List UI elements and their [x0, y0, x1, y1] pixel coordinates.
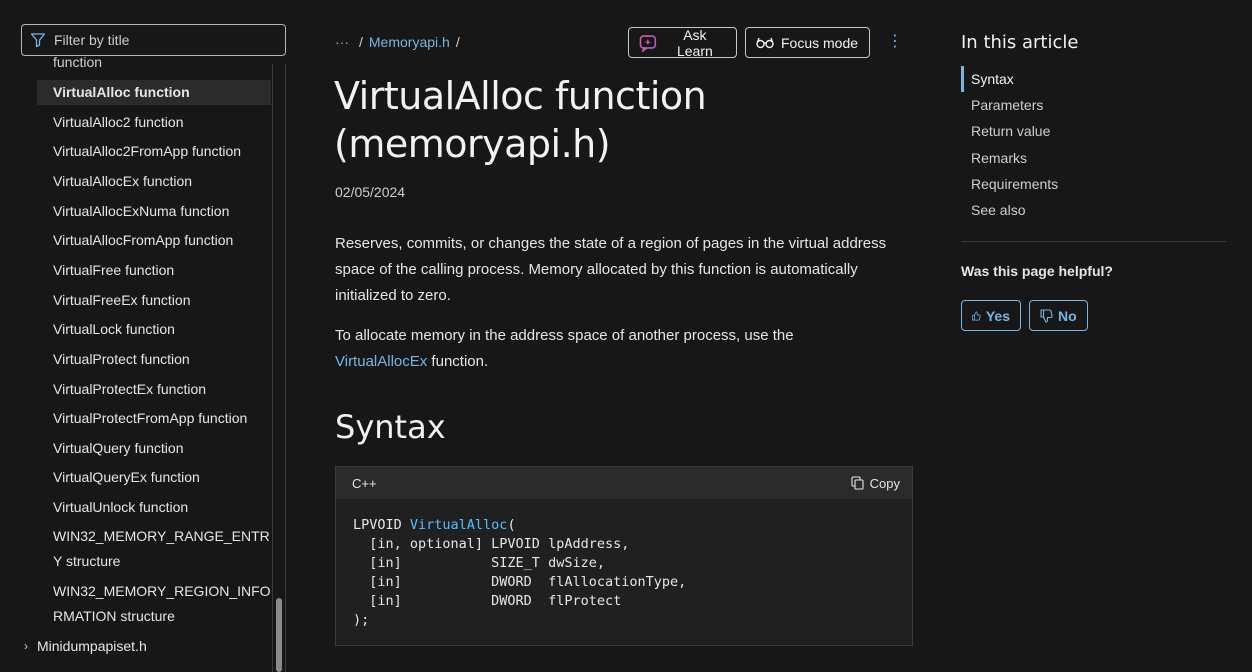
- copy-icon: [851, 476, 864, 490]
- tree-item-minidumpapiset[interactable]: › Minidumpapiset.h: [20, 634, 254, 659]
- chevron-right-icon: ›: [24, 639, 28, 653]
- ask-learn-label: Ask Learn: [676, 26, 713, 59]
- focus-mode-button[interactable]: Focus mode: [745, 27, 870, 58]
- code-content: LPVOID VirtualAlloc( [in, optional] LPVO…: [336, 499, 912, 630]
- article-date: 02/05/2024: [335, 184, 406, 200]
- tree-item[interactable]: VirtualAllocExNuma function: [37, 199, 271, 224]
- nav-scrollbar[interactable]: [272, 64, 286, 672]
- toc-link-return-value[interactable]: Return value: [961, 118, 1226, 144]
- tree-item-label: Minidumpapiset.h: [37, 638, 147, 654]
- article-toc: Syntax Parameters Return value Remarks R…: [961, 66, 1226, 223]
- filter-input[interactable]: [54, 32, 274, 48]
- tree-item[interactable]: VirtualAlloc2 function: [37, 110, 271, 135]
- tree-item[interactable]: VirtualAlloc2FromApp function: [37, 139, 271, 164]
- tree-item[interactable]: VirtualLock function: [37, 317, 271, 342]
- breadcrumb-ellipsis[interactable]: ···: [335, 34, 349, 50]
- toc-divider: [961, 241, 1226, 242]
- glasses-icon: [756, 37, 774, 48]
- tree-item[interactable]: VirtualFreeEx function: [37, 288, 271, 313]
- tree-item[interactable]: VirtualQuery function: [37, 436, 271, 461]
- tree-item[interactable]: VirtualUnlock function: [37, 495, 271, 520]
- tree-item[interactable]: VirtualProtectEx function: [37, 377, 271, 402]
- syntax-heading: Syntax: [335, 408, 446, 446]
- copy-label: Copy: [869, 475, 900, 491]
- docs-page: function VirtualAlloc function VirtualAl…: [0, 0, 1252, 672]
- virtualallocex-link[interactable]: VirtualAllocEx: [335, 353, 427, 370]
- page-title: VirtualAlloc function (memoryapi.h): [334, 74, 707, 166]
- toc-link-parameters[interactable]: Parameters: [961, 92, 1226, 118]
- feedback-yes-button[interactable]: Yes: [961, 300, 1021, 331]
- code-parameters: ( [in, optional] LPVOID lpAddress, [in] …: [353, 517, 687, 628]
- breadcrumb-separator: /: [359, 34, 363, 50]
- tree-item[interactable]: VirtualProtectFromApp function: [37, 406, 271, 431]
- toc-link-remarks[interactable]: Remarks: [961, 145, 1226, 171]
- tree-item[interactable]: VirtualFree function: [37, 258, 271, 283]
- feedback-question: Was this page helpful?: [961, 263, 1113, 279]
- code-block: C++ Copy LPVOID VirtualAlloc( [in, optio…: [335, 466, 913, 646]
- nav-scrollbar-thumb[interactable]: [276, 598, 282, 672]
- toc-tree: function VirtualAlloc function VirtualAl…: [0, 56, 272, 672]
- tree-item[interactable]: VirtualProtect function: [37, 347, 271, 372]
- toc-link-see-also[interactable]: See also: [961, 197, 1226, 223]
- breadcrumb: ··· / Memoryapi.h /: [335, 34, 460, 50]
- tree-item[interactable]: VirtualAllocFromApp function: [37, 228, 271, 253]
- yes-label: Yes: [985, 307, 1010, 324]
- focus-mode-label: Focus mode: [781, 34, 859, 51]
- tree-item[interactable]: VirtualQueryEx function: [37, 465, 271, 490]
- breadcrumb-separator: /: [455, 34, 460, 50]
- no-label: No: [1058, 307, 1077, 324]
- tree-item[interactable]: WIN32_MEMORY_REGION_INFORMATION structur…: [37, 579, 271, 629]
- intro-paragraph: Reserves, commits, or changes the state …: [335, 235, 887, 304]
- tree-item-virtualalloc[interactable]: VirtualAlloc function: [37, 80, 271, 105]
- filter-icon: [30, 33, 46, 48]
- code-language: C++: [352, 475, 377, 491]
- thumbs-up-icon: [972, 311, 981, 320]
- code-return-type: LPVOID: [353, 517, 410, 533]
- ask-learn-button[interactable]: Ask Learn: [628, 26, 737, 59]
- thumbs-down-icon: [1040, 308, 1053, 323]
- sparkle-chat-icon: [639, 34, 657, 52]
- tree-item[interactable]: function: [37, 56, 271, 75]
- toc-link-syntax[interactable]: Syntax: [961, 66, 1226, 93]
- tree-item[interactable]: VirtualAllocEx function: [37, 169, 271, 194]
- more-options-icon[interactable]: ⋮: [886, 32, 904, 52]
- paragraph-text: To allocate memory in the address space …: [335, 327, 794, 344]
- paragraph-text: function.: [427, 353, 489, 370]
- left-navigation: function VirtualAlloc function VirtualAl…: [0, 0, 300, 672]
- filter-box[interactable]: [21, 24, 286, 56]
- code-function-name: VirtualAlloc: [409, 517, 508, 533]
- toc-link-requirements[interactable]: Requirements: [961, 171, 1226, 197]
- breadcrumb-link-memoryapi[interactable]: Memoryapi.h: [369, 34, 450, 50]
- in-this-article-heading: In this article: [961, 32, 1079, 53]
- tree-item[interactable]: WIN32_MEMORY_RANGE_ENTRY structure: [37, 524, 271, 574]
- copy-button[interactable]: Copy: [851, 476, 900, 491]
- feedback-no-button[interactable]: No: [1029, 300, 1088, 331]
- code-header: C++ Copy: [336, 467, 912, 499]
- alloc-other-process-paragraph: To allocate memory in the address space …: [335, 323, 920, 375]
